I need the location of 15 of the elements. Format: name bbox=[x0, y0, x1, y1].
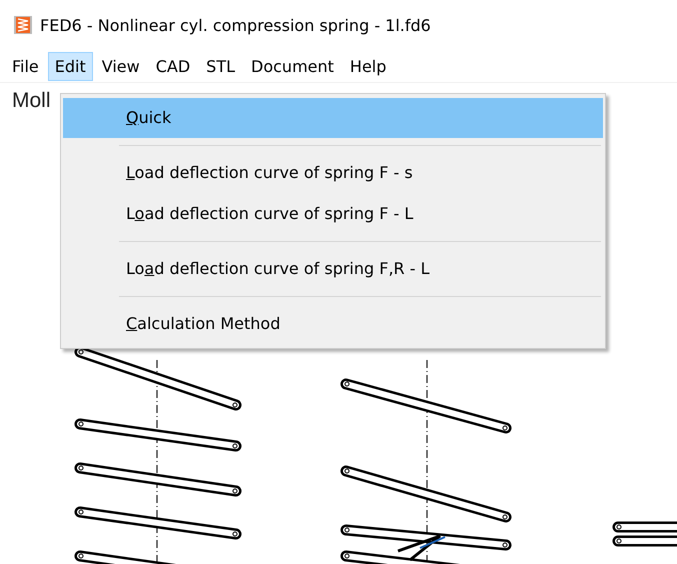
menu-item[interactable]: View bbox=[94, 52, 147, 80]
menu-option[interactable]: Load deflection curve of spring F - L bbox=[63, 194, 603, 234]
menu-option[interactable]: Load deflection curve of spring F - s bbox=[63, 153, 603, 193]
menu-option[interactable]: Calculation Method bbox=[63, 304, 603, 344]
menu-item[interactable]: CAD bbox=[148, 52, 198, 80]
menu-item[interactable]: Edit bbox=[48, 52, 93, 80]
spring-icon bbox=[13, 15, 33, 35]
document-heading: Moll bbox=[12, 89, 51, 113]
menu-option[interactable]: Load deflection curve of spring F,R - L bbox=[63, 249, 603, 289]
menu-item[interactable]: Help bbox=[342, 52, 394, 80]
menu-item[interactable]: File bbox=[5, 52, 46, 80]
menu-option[interactable]: Quick bbox=[63, 98, 603, 138]
window-title: FED6 - Nonlinear cyl. compression spring - 1l.fd6 bbox=[40, 16, 431, 34]
menu-item[interactable]: Document bbox=[244, 52, 341, 80]
menu-item[interactable]: STL bbox=[199, 52, 242, 80]
